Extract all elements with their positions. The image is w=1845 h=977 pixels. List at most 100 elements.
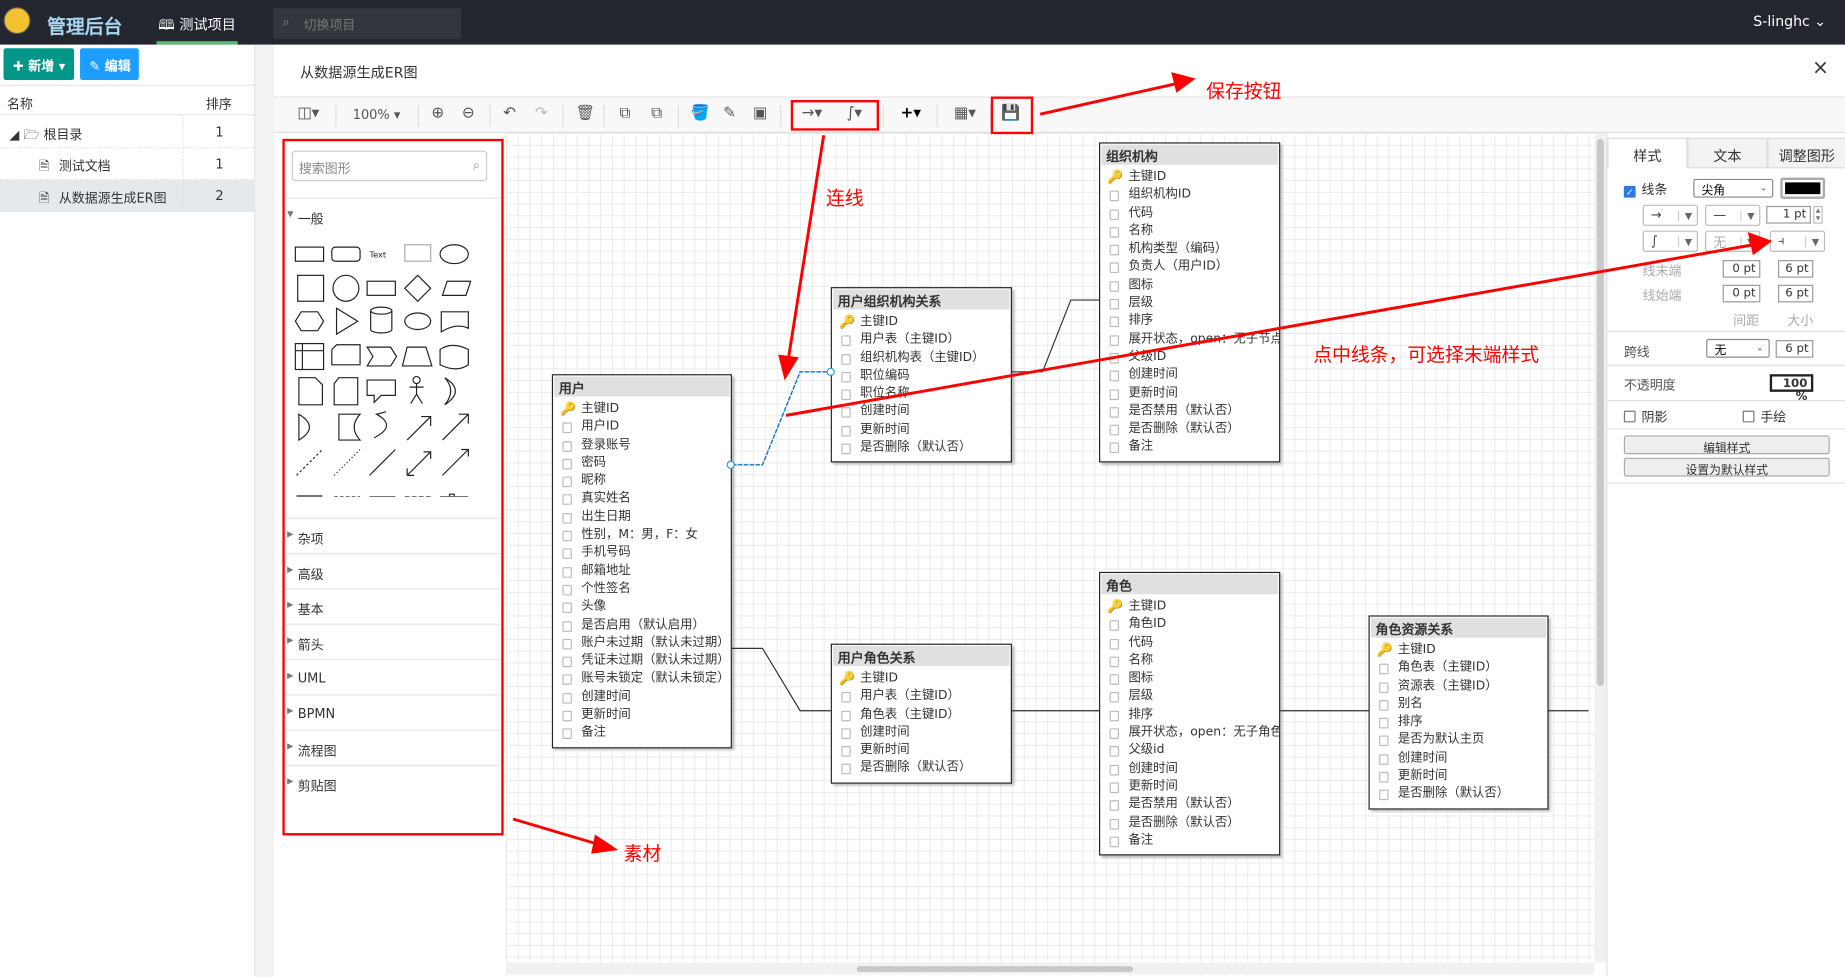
table-field[interactable]: 用户ID xyxy=(553,418,731,436)
delete-icon[interactable]: 🗑 xyxy=(575,105,594,126)
undo-icon[interactable]: ↶ xyxy=(501,105,517,126)
table-field[interactable]: 账号未锁定（默认未锁定） xyxy=(553,670,731,688)
splitter[interactable] xyxy=(255,44,275,977)
table-field[interactable]: 角色表（主键ID） xyxy=(1370,659,1548,677)
table-field[interactable]: 资源表（主键ID） xyxy=(1370,677,1548,695)
palette-shape[interactable] xyxy=(440,493,469,497)
palette-shape[interactable] xyxy=(370,306,393,334)
zoom-select[interactable]: 100% ▾ xyxy=(347,105,406,126)
palette-shape[interactable] xyxy=(294,311,325,332)
table-field[interactable]: 图标 xyxy=(1100,276,1279,294)
table-field[interactable]: 层级 xyxy=(1100,688,1279,706)
palette-shape[interactable] xyxy=(338,413,362,441)
table-field[interactable]: 负责人（用户ID） xyxy=(1100,258,1279,276)
table-field[interactable]: 图标 xyxy=(1100,670,1279,688)
palette-shape[interactable] xyxy=(409,375,424,404)
logo[interactable] xyxy=(3,7,31,35)
table-field[interactable]: 是否禁用（默认否） xyxy=(1100,796,1279,814)
er-table[interactable]: 组织机构 🔑 主键ID 组织机构ID 代码 名称 机构类型（编码） 负责人（用户ID） 图标 层级… xyxy=(1099,142,1281,463)
palette-shape[interactable] xyxy=(404,312,432,331)
palette-shape[interactable] xyxy=(366,280,396,296)
line-color-icon[interactable]: ✎ xyxy=(721,105,737,126)
table-field[interactable]: 父级ID xyxy=(1100,348,1279,366)
waypoint-select[interactable]: ∫ ▼ xyxy=(1642,230,1698,252)
table-field[interactable]: 是否为默认主页 xyxy=(1370,731,1548,749)
palette-shape[interactable] xyxy=(373,411,388,439)
palette-shape[interactable] xyxy=(440,311,469,333)
tree-row[interactable]: ◢ 🗁 根目录 1 xyxy=(0,116,256,149)
er-table[interactable]: 角色资源关系 🔑 主键ID 角色表（主键ID） 资源表（主键ID） 别名 排序 是否为默认主页… xyxy=(1368,615,1549,810)
sketch-checkbox[interactable]: 手绘 xyxy=(1742,407,1786,426)
set-default-style-button[interactable]: 设置为默认样式 xyxy=(1623,457,1830,478)
palette-shape[interactable] xyxy=(294,343,325,371)
table-field[interactable]: 是否删除（默认否） xyxy=(1100,814,1279,832)
palette-shape[interactable] xyxy=(439,244,469,265)
start-size-input[interactable]: 6 pt xyxy=(1777,284,1814,303)
table-field[interactable]: 是否删除（默认否） xyxy=(832,760,1011,778)
edit-style-button[interactable]: 编辑样式 xyxy=(1623,435,1830,455)
opacity-input[interactable]: 100 % xyxy=(1769,374,1814,404)
table-field[interactable]: 更新时间 xyxy=(1100,778,1279,796)
to-front-icon[interactable]: ⧉ xyxy=(617,105,633,126)
project-search-input[interactable]: ⌕ 切换项目 xyxy=(272,8,462,39)
fill-color-icon[interactable]: 🪣 xyxy=(691,105,710,126)
table-field[interactable]: 真实姓名 xyxy=(553,490,731,508)
palette-shape[interactable] xyxy=(406,451,432,476)
shadow-checkbox[interactable]: 阴影 xyxy=(1623,407,1667,426)
er-table[interactable]: 用户 🔑 主键ID 用户ID 登录账号 密码 昵称 真实姓名 出生日期 性别，M：男，F：女 手机号… xyxy=(551,374,732,748)
table-field[interactable]: 创建时间 xyxy=(1100,760,1279,778)
table-field[interactable]: 排序 xyxy=(1100,312,1279,330)
table-button[interactable]: ▦▾ xyxy=(948,105,981,126)
table-field[interactable]: 🔑 主键ID xyxy=(553,400,731,418)
redo-icon[interactable]: ↷ xyxy=(533,105,549,126)
table-field[interactable]: 🔑 主键ID xyxy=(832,313,1011,331)
line-color-button[interactable] xyxy=(1780,177,1826,199)
category-item[interactable]: ▶ 流程图 xyxy=(284,729,502,765)
palette-shape[interactable] xyxy=(441,280,472,296)
shape-grid[interactable]: Text xyxy=(292,238,492,497)
category-item[interactable]: ▶ UML xyxy=(284,658,502,694)
category-item[interactable]: ▶ 剪贴图 xyxy=(284,764,502,800)
category-item[interactable]: ▶ BPMN xyxy=(284,694,502,729)
line-start-select[interactable]: 无 ▼ xyxy=(1705,230,1761,252)
shadow-icon[interactable]: ▣ xyxy=(752,105,768,126)
er-table[interactable]: 角色 🔑 主键ID 角色ID 代码 名称 图标 层级 排序 展开状态，open：无子角色 父级id 创… xyxy=(1099,571,1281,856)
table-field[interactable]: 用户表（主键ID） xyxy=(832,331,1011,349)
end-spacing-input[interactable]: 0 pt xyxy=(1722,260,1761,278)
table-field[interactable]: 是否禁用（默认否） xyxy=(1100,402,1279,420)
table-field[interactable]: 出生日期 xyxy=(553,508,731,526)
horizontal-scroll-thumb[interactable] xyxy=(856,966,1134,972)
table-field[interactable]: 账户未过期（默认未过期） xyxy=(553,634,731,652)
palette-shape[interactable] xyxy=(296,449,323,476)
table-field[interactable]: 机构类型（编码） xyxy=(1100,240,1279,258)
table-field[interactable]: 更新时间 xyxy=(553,706,731,724)
palette-shape[interactable] xyxy=(294,246,325,262)
palette-shape[interactable] xyxy=(332,274,360,302)
line-width-input[interactable]: 1 pt xyxy=(1766,205,1811,224)
table-field[interactable]: 凭证未过期（默认未过期） xyxy=(553,652,731,670)
palette-shape[interactable] xyxy=(401,346,433,367)
table-field[interactable]: 头像 xyxy=(553,598,731,616)
palette-shape[interactable] xyxy=(444,377,456,406)
table-field[interactable]: 登录账号 xyxy=(553,436,731,454)
table-field[interactable]: 个性签名 xyxy=(553,580,731,598)
tab-project[interactable]: 🕮 测试项目 xyxy=(156,0,238,45)
palette-shape[interactable] xyxy=(335,307,359,336)
vertical-scroll-thumb[interactable] xyxy=(1596,138,1604,687)
close-button[interactable]: × xyxy=(1812,56,1829,80)
start-spacing-input[interactable]: 0 pt xyxy=(1722,284,1761,303)
palette-shape[interactable] xyxy=(331,344,361,366)
jump-size-input[interactable]: 6 pt xyxy=(1775,340,1814,358)
table-field[interactable]: 名称 xyxy=(1100,652,1279,670)
palette-shape[interactable] xyxy=(366,346,398,367)
table-field[interactable]: 角色表（主键ID） xyxy=(832,706,1011,724)
table-field[interactable]: 代码 xyxy=(1100,634,1279,652)
category-item[interactable]: ▶ 箭头 xyxy=(284,623,502,659)
table-field[interactable]: 备注 xyxy=(553,724,731,742)
table-field[interactable]: 用户表（主键ID） xyxy=(832,688,1011,706)
jump-style-select[interactable]: 无 ⌄ xyxy=(1706,338,1770,358)
to-back-icon[interactable]: ⧉ xyxy=(648,105,664,126)
shape-search-input[interactable]: 搜索图形 ⌕ xyxy=(291,150,488,182)
er-table[interactable]: 用户组织机构关系 🔑 主键ID 用户表（主键ID） 组织机构表（主键ID） 职位编码 职位名… xyxy=(830,287,1012,463)
table-field[interactable]: 手机号码 xyxy=(553,544,731,562)
